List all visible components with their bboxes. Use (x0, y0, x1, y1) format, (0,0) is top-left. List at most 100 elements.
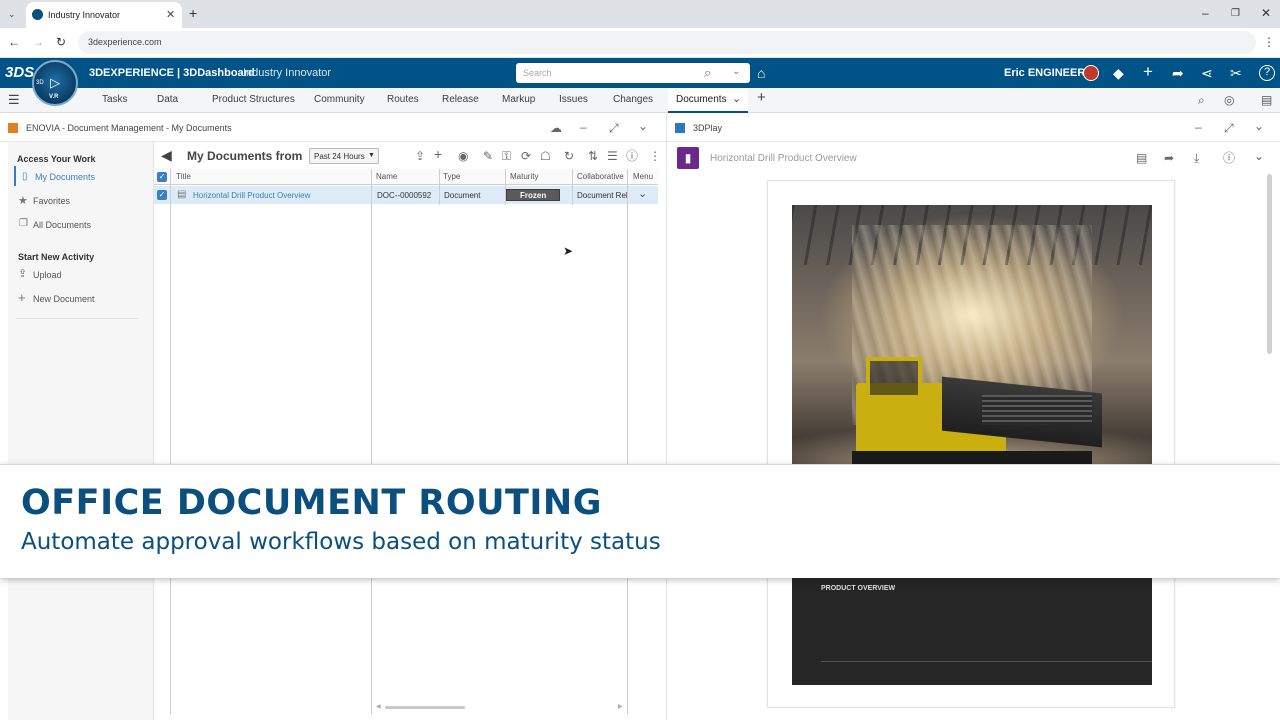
tab-tasks[interactable]: Tasks (102, 94, 128, 105)
sort-icon[interactable]: ⇅ (588, 150, 598, 162)
compass-icon[interactable]: 3D ▷ V.R (32, 60, 78, 106)
sidenav-item-favorites[interactable]: ★ Favorites (16, 190, 144, 210)
row-checkbox[interactable]: ✓ (157, 190, 167, 200)
preview-eye-icon[interactable]: ◉ (458, 150, 468, 162)
download-icon[interactable]: ⤓ (1194, 152, 1199, 164)
maximize-3dplay-icon[interactable]: ⤢ (1224, 122, 1234, 134)
document-preview-page[interactable]: PRODUCT OVERVIEW (767, 180, 1175, 708)
col-name[interactable]: Name (376, 172, 397, 181)
col-collaborative[interactable]: Collaborative (577, 172, 624, 181)
sidenav-item-new-document[interactable]: + New Document (16, 288, 144, 308)
share-icon[interactable]: ➦ (1172, 66, 1184, 80)
doc-menu-chevron-icon[interactable]: ⌄ (1254, 150, 1264, 162)
tab-release[interactable]: Release (442, 94, 479, 105)
network-icon[interactable]: ⋖ (1201, 66, 1213, 80)
tab-markup[interactable]: Markup (502, 94, 535, 105)
search-dropdown-icon[interactable]: ⌄ (732, 66, 740, 77)
help-icon[interactable]: ? (1259, 65, 1275, 81)
reload-icon[interactable]: ↻ (56, 36, 66, 48)
close-tab-icon[interactable]: ✕ (166, 8, 175, 21)
tab-routes[interactable]: Routes (387, 94, 419, 105)
tag-icon[interactable]: ⌂ (757, 66, 765, 80)
tab-data[interactable]: Data (157, 94, 178, 105)
minimize-window-icon[interactable]: – (1202, 7, 1209, 19)
browser-menu-icon[interactable]: ⋮ (1263, 36, 1275, 48)
refresh-icon[interactable]: ↻ (564, 150, 574, 162)
search-input[interactable]: Search ⌕ ⌄ (516, 63, 750, 83)
time-filter-select[interactable]: Past 24 Hours ▼ (309, 148, 379, 164)
export-icon[interactable]: ⇪ (415, 150, 425, 162)
collaborate-icon[interactable]: ☖ (540, 150, 551, 162)
collapse-sidenav-icon[interactable]: ◀ (161, 148, 172, 162)
sidenav-item-all-documents[interactable]: ❐ All Documents (16, 214, 144, 234)
tab-documents-active[interactable]: Documents ⌄ (668, 88, 748, 113)
tools-icon[interactable]: ✂ (1230, 66, 1242, 80)
list-view-icon[interactable]: ☰ (607, 150, 618, 162)
browser-tab[interactable]: Industry Innovator ✕ (26, 2, 182, 28)
col-maturity[interactable]: Maturity (510, 172, 538, 181)
avatar[interactable] (1083, 65, 1099, 81)
lock-icon[interactable]: ⚿ (502, 150, 511, 162)
add-tab-icon[interactable]: + (757, 90, 766, 105)
star-icon: ★ (18, 195, 28, 207)
ds-logo-icon[interactable]: 3DS (5, 65, 34, 80)
app-name: Industry Innovator (243, 67, 332, 79)
vr-icon[interactable]: ◎ (1224, 94, 1234, 106)
back-icon[interactable]: ← (8, 36, 20, 48)
scroll-right-icon[interactable]: ▶ (618, 703, 623, 710)
sidenav-item-upload[interactable]: ⇪ Upload (16, 264, 144, 284)
url-text: 3dexperience.com (88, 37, 162, 47)
minimize-3dplay-icon[interactable]: – (1195, 121, 1202, 133)
row-title[interactable]: Horizontal Drill Product Overview (193, 191, 310, 200)
doc-info-icon[interactable]: ⓘ (1223, 152, 1235, 164)
tab-options-chevron-icon[interactable]: ⌄ (732, 92, 741, 105)
cloud-icon[interactable]: ☁ (550, 122, 562, 134)
tab-product-structures[interactable]: Product Structures (212, 94, 295, 105)
vertical-scrollbar-thumb[interactable] (1267, 174, 1272, 354)
horizontal-scrollbar[interactable]: ◀ ▶ (376, 703, 626, 711)
search-people-icon[interactable]: ⌕ (1198, 94, 1205, 106)
info-icon[interactable]: ⓘ (626, 150, 638, 162)
forward-icon[interactable]: → (32, 36, 44, 48)
add-icon[interactable]: + (1143, 63, 1153, 80)
new-tab-icon[interactable]: + (189, 6, 197, 20)
sidenav-item-my-documents[interactable]: ▯ My Documents (14, 166, 142, 186)
edit-pencil-icon[interactable]: ✎ (483, 150, 493, 162)
tab-search-chevron-icon[interactable]: ⌄ (8, 8, 16, 20)
notifications-icon[interactable]: ◆ (1113, 66, 1124, 80)
more-options-icon[interactable]: ⋮ (649, 150, 661, 162)
row-type: Document (444, 191, 481, 200)
col-menu[interactable]: Menu (633, 172, 653, 181)
time-filter-value: Past 24 Hours (314, 152, 365, 161)
search-icon[interactable]: ⌕ (704, 65, 711, 81)
maturity-badge[interactable]: Frozen (506, 189, 560, 201)
restore-window-icon[interactable]: ❐ (1231, 8, 1240, 20)
lifecycle-icon[interactable]: ⟳ (521, 150, 531, 162)
add-document-icon[interactable]: + (434, 147, 442, 161)
comment-icon[interactable]: ▤ (1261, 94, 1272, 106)
maximize-widget-icon[interactable]: ⤢ (609, 122, 619, 134)
minimize-widget-icon[interactable]: – (580, 121, 587, 133)
col-title[interactable]: Title (176, 172, 191, 181)
favicon-icon (32, 9, 43, 20)
tab-community[interactable]: Community (314, 94, 365, 105)
widget-menu-chevron-icon[interactable]: ⌄ (638, 120, 648, 132)
3dplay-menu-chevron-icon[interactable]: ⌄ (1254, 120, 1264, 132)
tab-changes[interactable]: Changes (613, 94, 653, 105)
comments-icon[interactable]: ▤ (1136, 152, 1147, 164)
select-all-checkbox[interactable]: ✓ (157, 172, 167, 182)
platform-top-bar: 3DS 3DEXPERIENCE | 3DDashboard Industry … (0, 58, 1280, 88)
close-window-icon[interactable]: ✕ (1261, 7, 1271, 19)
table-row[interactable]: ✓ ▤ Horizontal Drill Product Overview DO… (154, 186, 658, 204)
share-doc-icon[interactable]: ➦ (1164, 152, 1174, 164)
scrollbar-thumb[interactable] (385, 706, 465, 709)
hamburger-menu-icon[interactable]: ☰ (8, 93, 20, 106)
row-menu-chevron-icon[interactable]: ⌄ (638, 187, 647, 200)
user-name[interactable]: Eric ENGINEER (1004, 67, 1085, 79)
col-type[interactable]: Type (443, 172, 460, 181)
banner-subtitle: Automate approval workflows based on mat… (21, 529, 661, 555)
address-bar[interactable]: 3dexperience.com (78, 31, 1256, 54)
vertical-scrollbar[interactable] (1267, 174, 1273, 714)
tab-issues[interactable]: Issues (559, 94, 588, 105)
scroll-left-icon[interactable]: ◀ (376, 703, 381, 710)
